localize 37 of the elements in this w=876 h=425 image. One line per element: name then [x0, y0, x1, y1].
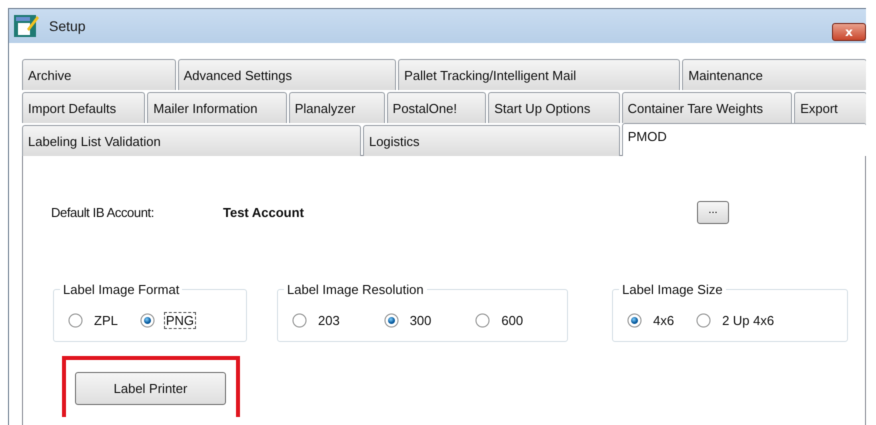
radio-button[interactable]	[292, 312, 307, 328]
app-icon	[13, 13, 39, 39]
tab[interactable]: Archive	[22, 59, 176, 90]
radio-button[interactable]	[475, 312, 490, 328]
browse-button[interactable]: ...	[697, 200, 729, 224]
group-title: Label Image Size	[621, 282, 724, 297]
radio-button[interactable]	[68, 312, 83, 328]
option-label: 203	[317, 312, 341, 328]
radio-button[interactable]	[384, 312, 399, 328]
option-label: ZPL	[93, 312, 119, 328]
option-label: 4x6	[652, 312, 676, 328]
tab[interactable]: Mailer Information	[147, 92, 287, 123]
tab[interactable]: Planalyzer	[288, 92, 385, 123]
group-title: Label Image Format	[62, 282, 180, 297]
tab[interactable]: PostalOne!	[386, 92, 486, 123]
account-value: Test Account	[223, 204, 305, 220]
window-title: Setup	[49, 18, 86, 34]
tab[interactable]: PMOD	[622, 123, 866, 156]
radio-button[interactable]	[627, 312, 642, 328]
tab[interactable]: Labeling List Validation	[22, 125, 361, 156]
label-printer-button[interactable]: Label Printer	[75, 372, 226, 405]
radio-button[interactable]	[140, 312, 155, 328]
radio-button[interactable]	[696, 312, 712, 328]
tab[interactable]: Pallet Tracking/Intelligent Mail	[398, 59, 680, 90]
option-label: 300	[408, 312, 432, 328]
option-label: PNG	[164, 312, 196, 328]
field-label: Default IB Account:	[51, 204, 155, 220]
tab[interactable]: Container Tare Weights	[622, 92, 792, 123]
option-label: 600	[500, 312, 524, 328]
group-title: Label Image Resolution	[286, 282, 425, 297]
option-label: 2 Up 4x6	[721, 312, 776, 328]
tab[interactable]: Start Up Options	[488, 92, 620, 123]
tab[interactable]: Maintenance	[682, 59, 866, 90]
tab[interactable]: Advanced Settings	[178, 59, 396, 90]
tab[interactable]: Import Defaults	[22, 92, 146, 123]
tab[interactable]: Logistics	[362, 125, 620, 156]
tab[interactable]: Export	[794, 92, 866, 123]
